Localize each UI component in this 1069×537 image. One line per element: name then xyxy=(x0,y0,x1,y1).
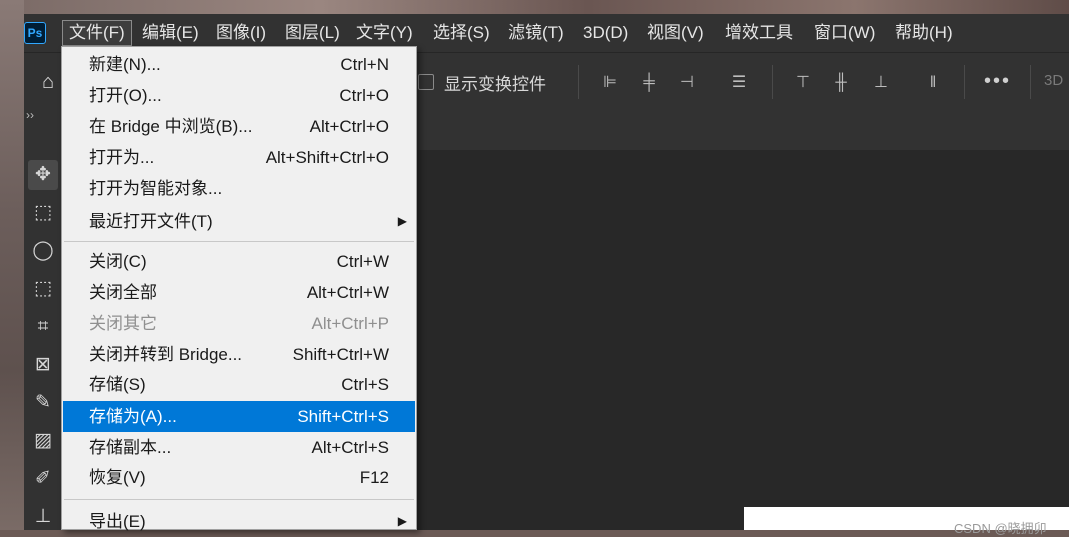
align-middle-v-icon[interactable]: ╫ xyxy=(830,72,852,94)
menu-item-shortcut: Ctrl+O xyxy=(339,86,389,105)
menu-item-shortcut: Shift+Ctrl+W xyxy=(292,345,389,364)
divider xyxy=(1030,65,1031,99)
menu-item-close-others: 关闭其它 Alt+Ctrl+P xyxy=(63,308,415,339)
object-select-tool-icon[interactable]: ⬚ xyxy=(28,274,58,304)
menu-item-shortcut: Alt+Ctrl+O xyxy=(309,117,389,136)
menu-view[interactable]: 视图(V) xyxy=(641,20,710,46)
menu-item-shortcut: Shift+Ctrl+S xyxy=(297,407,389,426)
ps-logo-icon: Ps xyxy=(24,22,46,44)
menu-item-open-recent[interactable]: 最近打开文件(T) ▶ xyxy=(63,206,415,237)
stamp-tool-icon[interactable]: ⊥ xyxy=(28,502,58,532)
eyedropper-tool-icon[interactable]: ✎ xyxy=(28,388,58,418)
frame-tool-icon[interactable]: ⊠ xyxy=(28,350,58,380)
menu-item-label: 恢复(V) xyxy=(89,468,146,487)
menu-item-shortcut: Alt+Ctrl+P xyxy=(311,314,389,333)
menu-item-label: 在 Bridge 中浏览(B)... xyxy=(89,117,253,136)
align-bottom-icon[interactable]: ⊥ xyxy=(870,72,892,94)
collapse-arrows-icon[interactable]: ›› xyxy=(26,108,34,122)
menu-edit[interactable]: 编辑(E) xyxy=(136,20,205,46)
menu-filter[interactable]: 滤镜(T) xyxy=(502,20,570,46)
menu-item-open-smart-object[interactable]: 打开为智能对象... xyxy=(63,173,415,204)
menu-item-open-as[interactable]: 打开为... Alt+Shift+Ctrl+O xyxy=(63,142,415,173)
menu-item-open[interactable]: 打开(O)... Ctrl+O xyxy=(63,80,415,111)
menu-item-shortcut: Alt+Ctrl+S xyxy=(311,438,389,457)
menu-item-close-go-bridge[interactable]: 关闭并转到 Bridge... Shift+Ctrl+W xyxy=(63,339,415,370)
align-top-icon[interactable]: ⊤ xyxy=(792,72,814,94)
align-left-icon[interactable]: ⊫ xyxy=(599,72,621,94)
menu-item-label: 导出(E) xyxy=(89,512,146,531)
menu-item-save-as[interactable]: 存储为(A)... Shift+Ctrl+S xyxy=(63,401,415,432)
menu-item-shortcut: Alt+Ctrl+W xyxy=(306,283,389,302)
menu-item-revert[interactable]: 恢复(V) F12 xyxy=(63,462,415,493)
menu-item-export[interactable]: 导出(E) ▶ xyxy=(63,506,415,537)
watermark: CSDN @晓拥卯 xyxy=(954,521,1047,536)
menu-item-close-all[interactable]: 关闭全部 Alt+Ctrl+W xyxy=(63,277,415,308)
menu-file[interactable]: 文件(F) xyxy=(62,20,132,46)
menu-item-new[interactable]: 新建(N)... Ctrl+N xyxy=(63,49,415,80)
show-transform-checkbox[interactable] xyxy=(418,74,434,90)
menu-item-shortcut: Ctrl+S xyxy=(341,375,389,394)
menu-3d[interactable]: 3D(D) xyxy=(577,20,634,46)
menu-item-browse-bridge[interactable]: 在 Bridge 中浏览(B)... Alt+Ctrl+O xyxy=(63,111,415,142)
menu-item-label: 打开为智能对象... xyxy=(89,179,223,198)
menu-item-label: 最近打开文件(T) xyxy=(89,212,213,231)
menu-select[interactable]: 选择(S) xyxy=(427,20,496,46)
move-tool-icon[interactable]: ✥ xyxy=(28,160,58,190)
menu-layer[interactable]: 图层(L) xyxy=(279,20,346,46)
menu-type[interactable]: 文字(Y) xyxy=(350,20,419,46)
lasso-tool-icon[interactable]: ◯ xyxy=(28,236,58,266)
file-menu-dropdown: 新建(N)... Ctrl+N 打开(O)... Ctrl+O 在 Bridge… xyxy=(61,46,417,531)
show-transform-label: 显示变换控件 xyxy=(444,75,546,94)
menu-separator xyxy=(64,241,414,242)
menu-item-label: 关闭其它 xyxy=(89,314,157,333)
menu-item-label: 关闭并转到 Bridge... xyxy=(89,345,243,364)
align-center-h-icon[interactable]: ╪ xyxy=(638,72,660,94)
desktop-wallpaper xyxy=(0,0,1069,14)
crop-tool-icon[interactable]: ⌗ xyxy=(28,312,58,342)
marquee-tool-icon[interactable]: ⬚ xyxy=(28,198,58,228)
tools-panel: ›› ✥ ⬚ ◯ ⬚ ⌗ ⊠ ✎ ▨ ✐ ⊥ xyxy=(24,108,63,532)
home-icon[interactable]: ⌂ xyxy=(42,71,54,94)
menu-item-shortcut: Ctrl+N xyxy=(340,55,389,74)
submenu-arrow-icon: ▶ xyxy=(397,214,407,228)
menu-item-label: 关闭(C) xyxy=(89,252,147,271)
menu-item-shortcut: F12 xyxy=(359,468,389,487)
menu-item-shortcut: Ctrl+W xyxy=(336,252,389,271)
menu-plugins[interactable]: 增效工具 xyxy=(719,20,799,46)
menu-image[interactable]: 图像(I) xyxy=(210,20,272,46)
divider xyxy=(578,65,579,99)
distribute-icon[interactable]: ☰ xyxy=(728,72,750,94)
menu-item-label: 关闭全部 xyxy=(89,283,157,302)
healing-brush-icon[interactable]: ▨ xyxy=(28,426,58,456)
menu-separator xyxy=(64,499,414,500)
desktop-wallpaper-left xyxy=(0,0,24,530)
more-options-icon[interactable]: ••• xyxy=(984,70,1011,93)
align-right-icon[interactable]: ⊣ xyxy=(676,72,698,94)
submenu-arrow-icon: ▶ xyxy=(397,514,407,528)
menu-item-label: 打开为... xyxy=(89,148,155,167)
mode-3d-label[interactable]: 3D xyxy=(1044,72,1063,89)
menu-item-label: 存储为(A)... xyxy=(89,407,177,426)
menu-item-label: 存储副本... xyxy=(89,438,172,457)
distribute-v-icon[interactable]: ‖ xyxy=(922,72,944,94)
brush-tool-icon[interactable]: ✐ xyxy=(28,464,58,494)
menu-item-label: 存储(S) xyxy=(89,375,146,394)
divider xyxy=(964,65,965,99)
menu-item-label: 打开(O)... xyxy=(89,86,162,105)
menu-item-shortcut: Alt+Shift+Ctrl+O xyxy=(265,148,389,167)
menu-help[interactable]: 帮助(H) xyxy=(889,20,959,46)
menu-window[interactable]: 窗口(W) xyxy=(808,20,881,46)
menu-item-close[interactable]: 关闭(C) Ctrl+W xyxy=(63,246,415,277)
menu-item-label: 新建(N)... xyxy=(89,55,161,74)
menu-item-save[interactable]: 存储(S) Ctrl+S xyxy=(63,369,415,400)
divider xyxy=(772,65,773,99)
menu-item-save-copy[interactable]: 存储副本... Alt+Ctrl+S xyxy=(63,432,415,463)
